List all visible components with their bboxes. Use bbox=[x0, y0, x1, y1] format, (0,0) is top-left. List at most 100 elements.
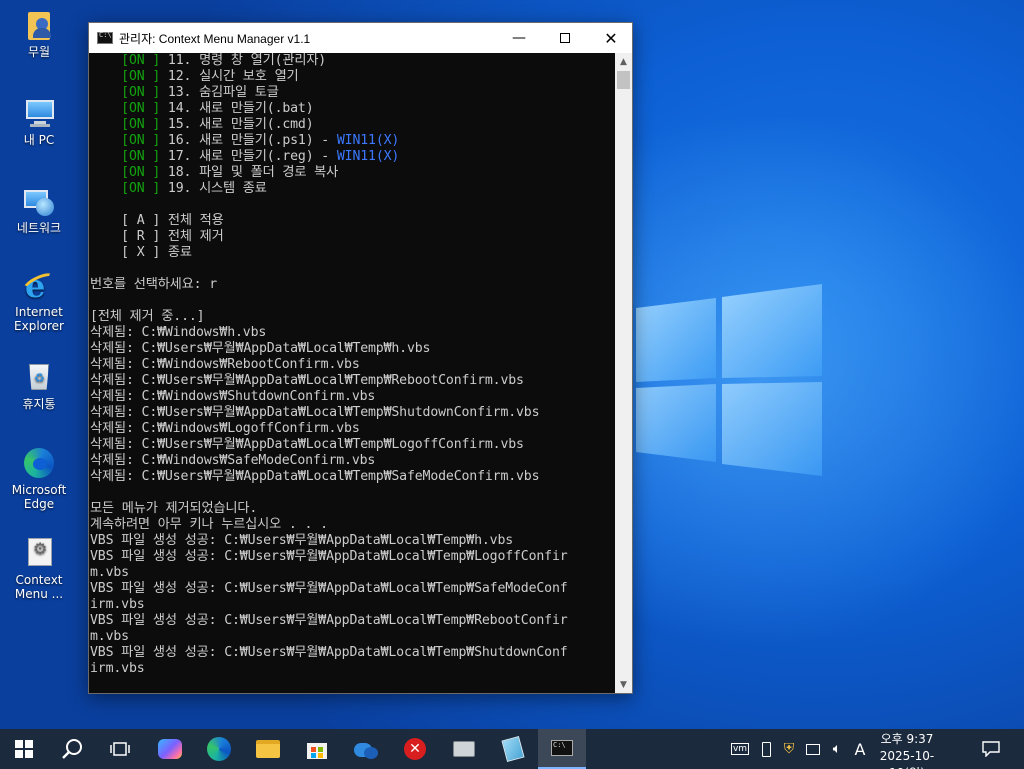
tray-usb[interactable] bbox=[756, 729, 776, 769]
tray-volume[interactable]: 🔈︎ bbox=[826, 729, 848, 769]
console-line: 삭제됨: C:₩Users₩무월₩AppData₩Local₩Temp₩Rebo… bbox=[90, 373, 616, 389]
internet-explorer-icon: e bbox=[20, 268, 58, 302]
taskbar-file-explorer[interactable] bbox=[244, 729, 292, 769]
ime-indicator: A bbox=[854, 739, 866, 759]
desktop-icon-internet-explorer[interactable]: e Internet Explorer bbox=[4, 268, 74, 333]
console-text: m.vbs bbox=[90, 629, 129, 644]
desktop-icon-network[interactable]: 네트워크 bbox=[4, 184, 74, 235]
network-icon bbox=[22, 184, 56, 218]
console-line: [ A ] 전체 적용 bbox=[90, 213, 616, 229]
console-text: 삭제됨: C:₩Windows₩SafeModeConfirm.vbs bbox=[90, 453, 376, 468]
vertical-scrollbar[interactable]: ▲ ▼ bbox=[615, 53, 632, 693]
console-line: [ON ] 11. 명령 창 열기(관리자) bbox=[90, 53, 616, 69]
console-text: VBS 파일 생성 성공: C:₩Users₩무월₩AppData₩Local₩… bbox=[90, 533, 514, 548]
console-text: VBS 파일 생성 성공: C:₩Users₩무월₩AppData₩Local₩… bbox=[90, 645, 568, 660]
network-icon bbox=[806, 743, 820, 755]
taskbar-security-app[interactable] bbox=[342, 729, 390, 769]
desktop-icon-this-pc[interactable]: 내 PC bbox=[4, 96, 74, 147]
console-line: 삭제됨: C:₩Windows₩ShutdownConfirm.vbs bbox=[90, 389, 616, 405]
tray-ime[interactable]: A bbox=[850, 729, 870, 769]
console-text: 삭제됨: C:₩Windows₩h.vbs bbox=[90, 325, 267, 340]
tray-security[interactable]: ⛨ bbox=[778, 729, 800, 769]
tray-vmware[interactable]: vm bbox=[730, 729, 750, 769]
console-text: 14. 새로 만들기(.bat) bbox=[160, 101, 314, 116]
console-text: irm.vbs bbox=[90, 597, 145, 612]
console-line: 삭제됨: C:₩Users₩무월₩AppData₩Local₩Temp₩Shut… bbox=[90, 405, 616, 421]
console-line: 삭제됨: C:₩Windows₩RebootConfirm.vbs bbox=[90, 357, 616, 373]
console-text: VBS 파일 생성 성공: C:₩Users₩무월₩AppData₩Local₩… bbox=[90, 613, 568, 628]
taskbar-notes-app[interactable] bbox=[489, 729, 537, 769]
console-line: [ON ] 13. 숨김파일 토글 bbox=[90, 85, 616, 101]
scroll-up-icon[interactable]: ▲ bbox=[615, 53, 632, 70]
console-text: 13. 숨김파일 토글 bbox=[160, 85, 279, 100]
desktop-icon-context-menu[interactable]: ⚙ Context Menu ... bbox=[4, 536, 74, 601]
task-view-button[interactable] bbox=[96, 729, 144, 769]
search-button[interactable] bbox=[48, 729, 96, 769]
console-line: VBS 파일 생성 성공: C:₩Users₩무월₩AppData₩Local₩… bbox=[90, 645, 616, 661]
console-line: [ON ] 12. 실시간 보호 열기 bbox=[90, 69, 616, 85]
desktop-icon-recycle-bin[interactable]: ♻ 휴지통 bbox=[4, 360, 74, 411]
taskbar-copilot[interactable] bbox=[146, 729, 194, 769]
tray-network[interactable] bbox=[802, 729, 824, 769]
console-text: 삭제됨: C:₩Windows₩LogoffConfirm.vbs bbox=[90, 421, 360, 436]
console-text: 19. 시스템 종료 bbox=[160, 181, 267, 196]
scroll-down-icon[interactable]: ▼ bbox=[615, 676, 632, 693]
win11-warning-text: WIN11(X) bbox=[336, 133, 400, 148]
console-text: [ A ] 전체 적용 bbox=[90, 213, 224, 228]
console-text: 16. 새로 만들기(.ps1) - bbox=[160, 133, 337, 148]
taskbar-store[interactable] bbox=[293, 729, 341, 769]
clock-date: 2025-10-19(일) bbox=[879, 749, 935, 769]
status-on-badge: [ON ] bbox=[121, 149, 161, 164]
status-on-badge: [ON ] bbox=[121, 101, 161, 116]
console-text: irm.vbs bbox=[90, 661, 145, 676]
red-x-icon: ✕ bbox=[404, 738, 426, 760]
window-title: 관리자: Context Menu Manager v1.1 bbox=[119, 31, 311, 46]
clock[interactable]: 오후 9:37 2025-10-19(일) bbox=[870, 731, 944, 769]
desktop-icon-label: Internet Explorer bbox=[14, 305, 64, 333]
desktop-icon-label: 내 PC bbox=[23, 133, 55, 147]
scrollbar-thumb[interactable] bbox=[617, 71, 630, 89]
taskbar-console-active[interactable]: C:\ bbox=[538, 729, 586, 769]
notification-button[interactable] bbox=[976, 729, 1006, 769]
taskbar-printer-app[interactable] bbox=[440, 729, 488, 769]
status-on-badge: [ON ] bbox=[121, 133, 161, 148]
minimize-button[interactable]: — bbox=[496, 23, 542, 53]
console-text: 삭제됨: C:₩Users₩무월₩AppData₩Local₩Temp₩Shut… bbox=[90, 405, 540, 420]
console-text: m.vbs bbox=[90, 565, 129, 580]
title-bar[interactable]: 관리자: Context Menu Manager v1.1 — ✕ bbox=[89, 23, 632, 53]
console-text: 12. 실시간 보호 열기 bbox=[160, 69, 299, 84]
taskbar-red-app[interactable]: ✕ bbox=[391, 729, 439, 769]
console-window[interactable]: 관리자: Context Menu Manager v1.1 — ✕ [ON ]… bbox=[88, 22, 633, 694]
console-output[interactable]: [ON ] 11. 명령 창 열기(관리자) [ON ] 12. 실시간 보호 … bbox=[89, 53, 616, 693]
taskbar-edge[interactable] bbox=[195, 729, 243, 769]
desktop-icon-label: 네트워크 bbox=[16, 221, 62, 235]
close-button[interactable]: ✕ bbox=[588, 23, 634, 53]
console-line: 삭제됨: C:₩Users₩무월₩AppData₩Local₩Temp₩h.vb… bbox=[90, 341, 616, 357]
console-text: 삭제됨: C:₩Windows₩ShutdownConfirm.vbs bbox=[90, 389, 376, 404]
status-on-badge: [ON ] bbox=[121, 53, 161, 68]
desktop-icon-microsoft-edge[interactable]: Microsoft Edge bbox=[4, 446, 74, 511]
vm-icon: vm bbox=[730, 743, 750, 755]
gear-document-icon: ⚙ bbox=[22, 536, 56, 570]
printer-icon bbox=[453, 741, 475, 757]
notepad-icon bbox=[501, 736, 525, 762]
console-line: VBS 파일 생성 성공: C:₩Users₩무월₩AppData₩Local₩… bbox=[90, 533, 616, 549]
desktop: 무월 내 PC 네트워크 e Internet Explorer ♻ 휴지통 M… bbox=[0, 0, 1024, 729]
maximize-button[interactable] bbox=[542, 23, 588, 53]
clock-time: 오후 9:37 bbox=[880, 732, 934, 746]
start-button[interactable] bbox=[0, 729, 48, 769]
console-line: [ R ] 전체 제거 bbox=[90, 229, 616, 245]
console-text: 삭제됨: C:₩Users₩무월₩AppData₩Local₩Temp₩Rebo… bbox=[90, 373, 524, 388]
console-text: [전체 제거 중...] bbox=[90, 309, 205, 324]
console-line: [ X ] 종료 bbox=[90, 245, 616, 261]
desktop-icon-user-folder[interactable]: 무월 bbox=[4, 8, 74, 59]
console-text: [ X ] 종료 bbox=[90, 245, 192, 260]
console-line: 삭제됨: C:₩Windows₩SafeModeConfirm.vbs bbox=[90, 453, 616, 469]
